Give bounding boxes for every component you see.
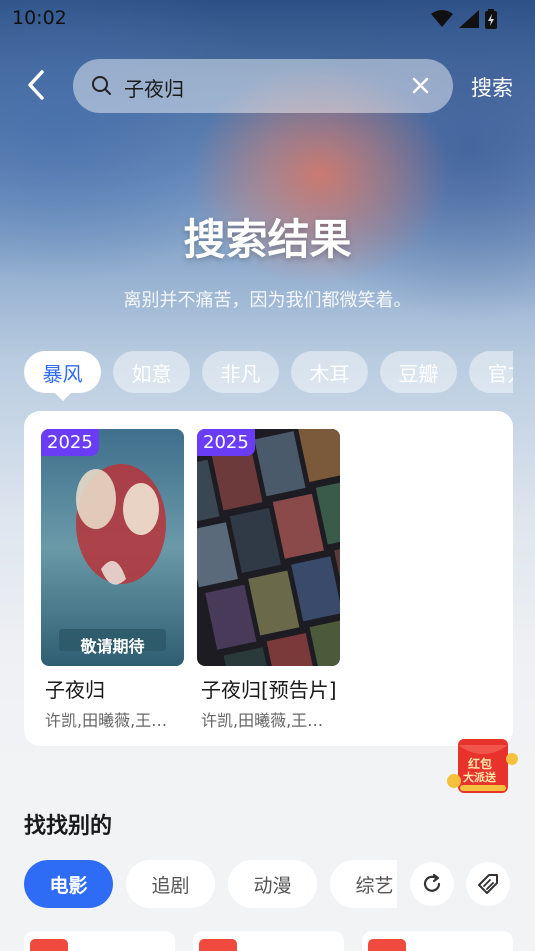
poster-image[interactable]: 2025 敬请期待 <box>41 429 184 666</box>
result-cast: 许凯,田曦薇,王… <box>45 711 168 730</box>
list-item[interactable] <box>24 931 175 951</box>
result-item[interactable]: 2025 敬请期待 子夜归 许凯,田曦薇,王… <box>41 429 186 731</box>
refresh-icon <box>423 873 441 892</box>
results-card: 2025 敬请期待 子夜归 许凯,田曦薇,王… 2025 子夜归[预告片] 许凯… <box>24 411 513 746</box>
wifi-icon <box>431 10 453 27</box>
promo-line2: 大派送 <box>463 771 496 784</box>
category-tab-drama[interactable]: 追剧 <box>126 860 215 908</box>
rank-badge <box>368 939 406 951</box>
result-title[interactable]: 子夜归 <box>41 674 186 703</box>
status-bar: 10:02 <box>0 0 535 36</box>
search-button[interactable]: 搜索 <box>471 72 513 102</box>
tag-button[interactable] <box>466 862 510 906</box>
refresh-button[interactable] <box>410 862 454 906</box>
category-tab-anime[interactable]: 动漫 <box>228 860 317 908</box>
search-icon <box>92 76 111 95</box>
status-time: 10:02 <box>12 7 67 29</box>
result-title[interactable]: 子夜归[预告片] <box>197 674 342 703</box>
poster-image[interactable]: 2025 <box>197 429 340 666</box>
source-tab-muer[interactable]: 木耳 <box>291 351 368 393</box>
section-title: 找找别的 <box>24 814 113 839</box>
signal-icon <box>459 10 479 28</box>
source-tab-ruyi[interactable]: 如意 <box>113 351 190 393</box>
status-icons <box>431 9 497 29</box>
search-box[interactable]: 子夜归 <box>73 59 453 113</box>
year-badge: 2025 <box>197 429 255 456</box>
poster-caption: 敬请期待 <box>80 637 145 656</box>
back-arrow-icon[interactable] <box>22 68 52 102</box>
tag-icon <box>478 874 498 894</box>
source-tab-guanfang[interactable]: 官方 <box>469 351 513 393</box>
result-cast: 许凯,田曦薇,王… <box>201 711 324 730</box>
category-tab-movie[interactable]: 电影 <box>24 860 113 908</box>
source-tabs: 暴风 如意 非凡 木耳 豆瓣 官方 <box>24 351 513 395</box>
category-tab-variety[interactable]: 综艺 <box>330 860 397 908</box>
rank-badge <box>30 939 68 951</box>
list-item[interactable] <box>193 931 344 951</box>
active-tab-pointer <box>54 392 72 401</box>
search-input[interactable]: 子夜归 <box>124 73 184 102</box>
page-title: 搜索结果 <box>183 215 352 264</box>
page-subtitle: 离别并不痛苦，因为我们都微笑着。 <box>123 290 412 311</box>
source-tab-douban[interactable]: 豆瓣 <box>380 351 457 393</box>
rank-badge <box>199 939 237 951</box>
battery-icon <box>485 9 497 29</box>
source-tab-baofeng[interactable]: 暴风 <box>24 351 101 393</box>
category-tabs: 电影 追剧 动漫 综艺 <box>24 860 397 908</box>
red-packet-promo[interactable]: 红包 大派送 <box>446 733 520 799</box>
list-item[interactable] <box>362 931 513 951</box>
clear-icon[interactable] <box>412 77 429 94</box>
result-item[interactable]: 2025 子夜归[预告片] 许凯,田曦薇,王… <box>197 429 342 731</box>
year-badge: 2025 <box>41 429 99 456</box>
source-tab-feifan[interactable]: 非凡 <box>202 351 279 393</box>
